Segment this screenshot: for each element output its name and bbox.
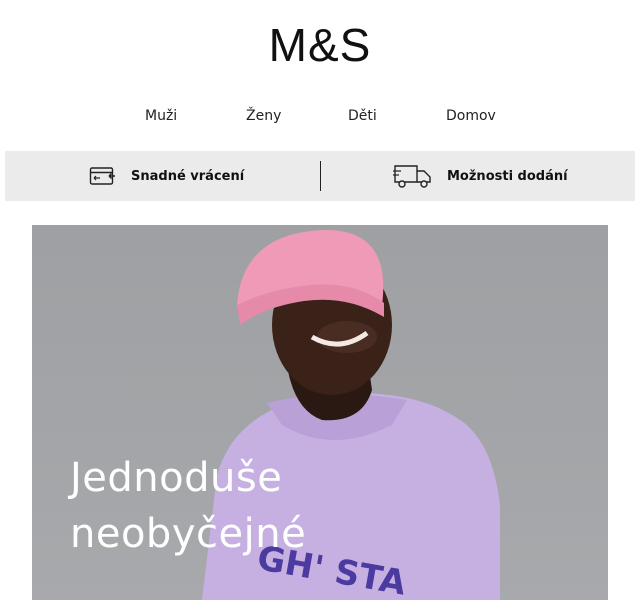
return-card-icon (89, 167, 115, 185)
benefits-divider (320, 161, 321, 191)
benefit-label: Možnosti dodání (447, 168, 568, 184)
benefit-label: Snadné vrácení (131, 168, 245, 184)
hero-title-line1: Jednoduše (70, 455, 283, 501)
hero-title-line2: neobyčejné (70, 511, 307, 557)
nav-item-home[interactable]: Domov (446, 108, 496, 124)
nav-item-men[interactable]: Muži (145, 108, 177, 124)
nav-item-kids[interactable]: Děti (348, 108, 377, 124)
benefits-bar: Snadné vrácení Možnosti dodání (5, 151, 635, 201)
brand-logo[interactable]: M&S (0, 18, 640, 72)
benefit-delivery-options[interactable]: Možnosti dodání (393, 151, 568, 201)
benefit-easy-returns[interactable]: Snadné vrácení (89, 151, 244, 201)
main-nav: Muži Ženy Děti Domov (0, 108, 640, 130)
nav-item-women[interactable]: Ženy (246, 108, 281, 124)
hero-banner[interactable]: GH' STA Jednoduše neobyčejné (32, 225, 608, 600)
delivery-truck-icon (393, 165, 431, 188)
hero-title: Jednoduše neobyčejné (70, 450, 306, 562)
